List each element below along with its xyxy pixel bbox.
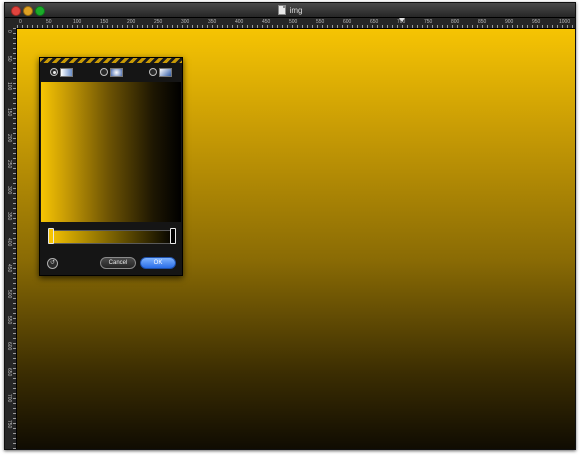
ruler-label: 450 [6, 264, 12, 273]
ruler-label: 250 [154, 19, 163, 25]
ruler-label: 500 [289, 19, 298, 25]
ruler-label: 250 [6, 160, 12, 169]
radial-gradient-icon[interactable] [110, 68, 123, 77]
ruler-label: 550 [316, 19, 325, 25]
window-title: img [289, 5, 303, 15]
ruler-label: 500 [6, 290, 12, 299]
ruler-label: 300 [181, 19, 190, 25]
ruler-label: 50 [6, 56, 12, 62]
ruler-label: 150 [6, 108, 12, 117]
ruler-label: 750 [424, 19, 433, 25]
ruler-label: 850 [478, 19, 487, 25]
ruler-label: 400 [235, 19, 244, 25]
ruler-label: 600 [343, 19, 352, 25]
ruler-label: 600 [6, 342, 12, 351]
radial-mode-radio[interactable] [100, 68, 108, 76]
title-bar[interactable]: img [5, 3, 575, 18]
ok-button[interactable]: OK [140, 257, 176, 269]
ruler-label: 100 [73, 19, 82, 25]
ruler-label: 350 [208, 19, 217, 25]
horizontal-ruler[interactable]: 0 50 100 150 200 250 300 350 400 450 500… [17, 18, 575, 29]
ruler-corner [5, 18, 17, 28]
start-color-stop[interactable] [48, 228, 54, 244]
ruler-label: 400 [6, 238, 12, 247]
ruler-position-marker [399, 18, 405, 22]
ruler-label: 450 [262, 19, 271, 25]
ruler-label: 150 [100, 19, 109, 25]
ruler-label: 0 [6, 30, 12, 33]
ruler-label: 650 [370, 19, 379, 25]
ruler-label: 900 [505, 19, 514, 25]
ruler-label: 300 [6, 186, 12, 195]
ruler-label: 700 [6, 394, 12, 403]
ruler-label: 1000 [559, 19, 571, 25]
cancel-button[interactable]: Cancel [100, 257, 136, 269]
panel-drag-handle[interactable] [40, 58, 182, 63]
gradient-preview[interactable] [41, 82, 181, 222]
ruler-label: 200 [127, 19, 136, 25]
ruler-label: 650 [6, 368, 12, 377]
angular-gradient-icon[interactable] [159, 68, 172, 77]
ruler-label: 100 [6, 82, 12, 91]
document-icon [277, 5, 286, 15]
linear-mode-radio[interactable] [50, 68, 58, 76]
gradient-mode-selector [40, 66, 182, 78]
ruler-label: 750 [6, 420, 12, 429]
ruler-label: 50 [46, 19, 52, 25]
reset-icon[interactable]: ↺ [47, 258, 58, 269]
ruler-label: 0 [19, 19, 22, 25]
linear-gradient-icon[interactable] [60, 68, 73, 77]
vertical-ruler[interactable]: 0 50 100 150 200 250 300 350 400 450 500… [5, 28, 17, 449]
end-color-stop[interactable] [170, 228, 176, 244]
ruler-label: 800 [451, 19, 460, 25]
ruler-label: 350 [6, 212, 12, 221]
ruler-label: 950 [532, 19, 541, 25]
window-title-area: img [5, 3, 575, 17]
ruler-label: 200 [6, 134, 12, 143]
gradient-stops-bar[interactable] [48, 228, 176, 244]
ruler-label: 550 [6, 316, 12, 325]
gradient-editor-panel: ↺ Cancel OK [39, 57, 183, 276]
angular-mode-radio[interactable] [149, 68, 157, 76]
